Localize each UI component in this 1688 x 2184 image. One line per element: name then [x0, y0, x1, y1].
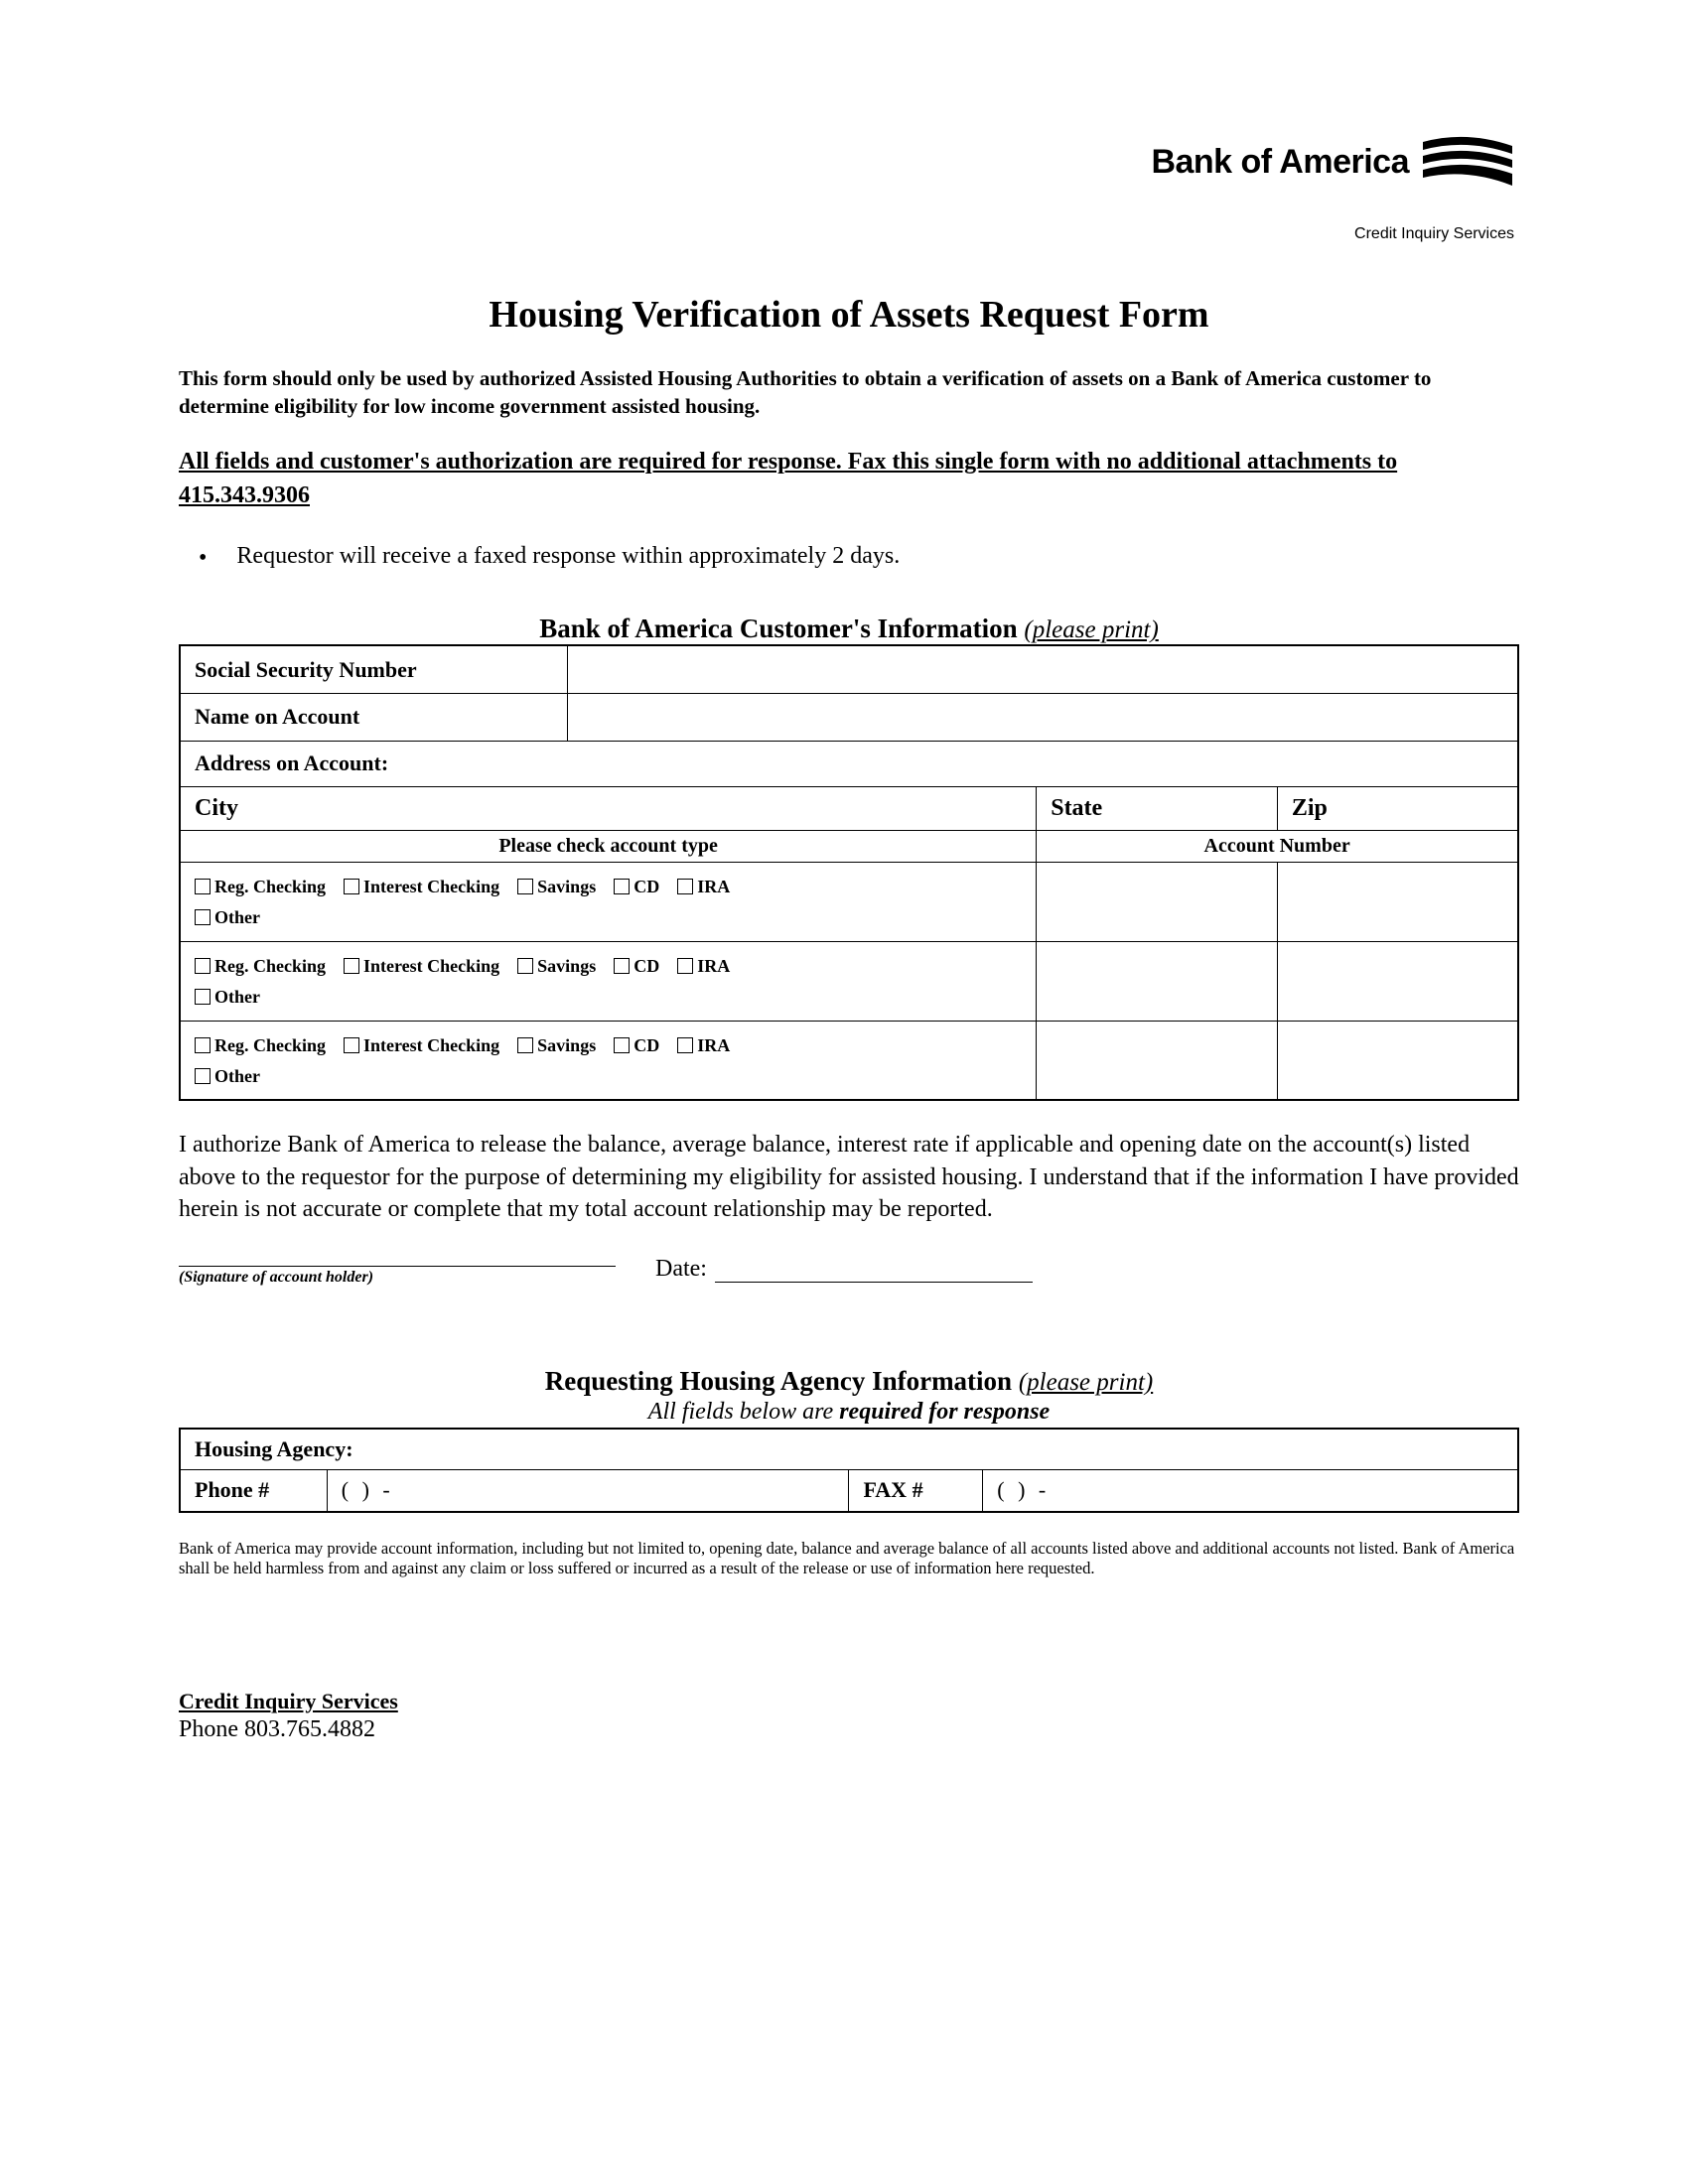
checkbox-ira-3[interactable] — [677, 1037, 693, 1053]
phone-label: Phone # — [180, 1470, 327, 1512]
signature-line[interactable]: (Signature of account holder) — [179, 1266, 616, 1287]
checkbox-other-2[interactable] — [195, 989, 211, 1005]
checkbox-ira-2[interactable] — [677, 958, 693, 974]
account-number-2a[interactable] — [1037, 941, 1278, 1021]
date-label: Date: — [655, 1256, 707, 1283]
state-label: State — [1037, 786, 1278, 830]
footer-title: Credit Inquiry Services — [179, 1689, 1519, 1714]
checkbox-cd-3[interactable] — [614, 1037, 630, 1053]
account-number-1b[interactable] — [1277, 862, 1518, 941]
city-label: City — [180, 786, 1037, 830]
checkbox-interest-3[interactable] — [344, 1037, 359, 1053]
account-type-row-3: Reg. Checking Interest Checking Savings … — [180, 1021, 1037, 1100]
customer-section-header: Bank of America Customer's Information (… — [179, 614, 1519, 644]
checkbox-reg-2[interactable] — [195, 958, 211, 974]
zip-label: Zip — [1277, 786, 1518, 830]
fax-input[interactable]: ( ) - — [983, 1470, 1518, 1512]
checkbox-reg-3[interactable] — [195, 1037, 211, 1053]
ssn-label: Social Security Number — [180, 645, 568, 693]
authorization-text: I authorize Bank of America to release t… — [179, 1129, 1519, 1225]
agency-please-print: (please print) — [1019, 1369, 1153, 1396]
form-title: Housing Verification of Assets Request F… — [179, 293, 1519, 337]
account-number-3a[interactable] — [1037, 1021, 1278, 1100]
checkbox-other-1[interactable] — [195, 909, 211, 925]
ssn-input[interactable] — [568, 645, 1518, 693]
bullet-icon: • — [199, 543, 207, 574]
footer-block: Credit Inquiry Services Phone 803.765.48… — [179, 1689, 1519, 1743]
checkbox-interest-2[interactable] — [344, 958, 359, 974]
fax-instruction: All fields and customer's authorization … — [179, 445, 1519, 514]
agency-section-header: Requesting Housing Agency Information (p… — [179, 1366, 1519, 1397]
disclaimer-text: Bank of America may provide account info… — [179, 1539, 1519, 1579]
signature-row: (Signature of account holder) Date: — [179, 1256, 1519, 1287]
name-label: Name on Account — [180, 693, 568, 741]
agency-table: Housing Agency: Phone # ( ) - FAX # ( ) … — [179, 1428, 1519, 1513]
bank-logo-block: Bank of America Credit Inquiry Services — [1151, 134, 1514, 243]
customer-info-table: Social Security Number Name on Account A… — [179, 644, 1519, 1101]
housing-agency-label: Housing Agency: — [180, 1429, 1518, 1470]
agency-heading: Requesting Housing Agency Information — [545, 1366, 1012, 1396]
checkbox-interest-1[interactable] — [344, 879, 359, 894]
account-type-header: Please check account type — [180, 830, 1037, 862]
footer-phone: Phone 803.765.4882 — [179, 1716, 1519, 1743]
customer-heading: Bank of America Customer's Information — [539, 614, 1017, 643]
bullet-text: Requestor will receive a faxed response … — [236, 543, 900, 570]
checkbox-ira-1[interactable] — [677, 879, 693, 894]
checkbox-other-3[interactable] — [195, 1068, 211, 1084]
phone-input[interactable]: ( ) - — [327, 1470, 849, 1512]
account-type-row-1: Reg. Checking Interest Checking Savings … — [180, 862, 1037, 941]
account-type-row-2: Reg. Checking Interest Checking Savings … — [180, 941, 1037, 1021]
checkbox-savings-3[interactable] — [517, 1037, 533, 1053]
fax-label: FAX # — [849, 1470, 983, 1512]
intro-text: This form should only be used by authori… — [179, 364, 1519, 421]
account-number-1a[interactable] — [1037, 862, 1278, 941]
checkbox-cd-1[interactable] — [614, 879, 630, 894]
agency-subtitle: All fields below are required for respon… — [179, 1399, 1519, 1426]
checkbox-savings-2[interactable] — [517, 958, 533, 974]
name-input[interactable] — [568, 693, 1518, 741]
account-number-header: Account Number — [1037, 830, 1518, 862]
signature-caption: (Signature of account holder) — [179, 1269, 373, 1286]
account-number-3b[interactable] — [1277, 1021, 1518, 1100]
please-print-hint: (please print) — [1024, 616, 1158, 643]
checkbox-savings-1[interactable] — [517, 879, 533, 894]
bank-name: Bank of America — [1151, 143, 1409, 182]
checkbox-reg-1[interactable] — [195, 879, 211, 894]
account-number-2b[interactable] — [1277, 941, 1518, 1021]
credit-inquiry-label: Credit Inquiry Services — [1151, 225, 1514, 243]
bullet-item: • Requestor will receive a faxed respons… — [199, 543, 1519, 574]
address-label: Address on Account: — [180, 741, 1518, 786]
checkbox-cd-2[interactable] — [614, 958, 630, 974]
bank-flag-icon — [1421, 134, 1514, 190]
date-input[interactable] — [715, 1259, 1033, 1283]
